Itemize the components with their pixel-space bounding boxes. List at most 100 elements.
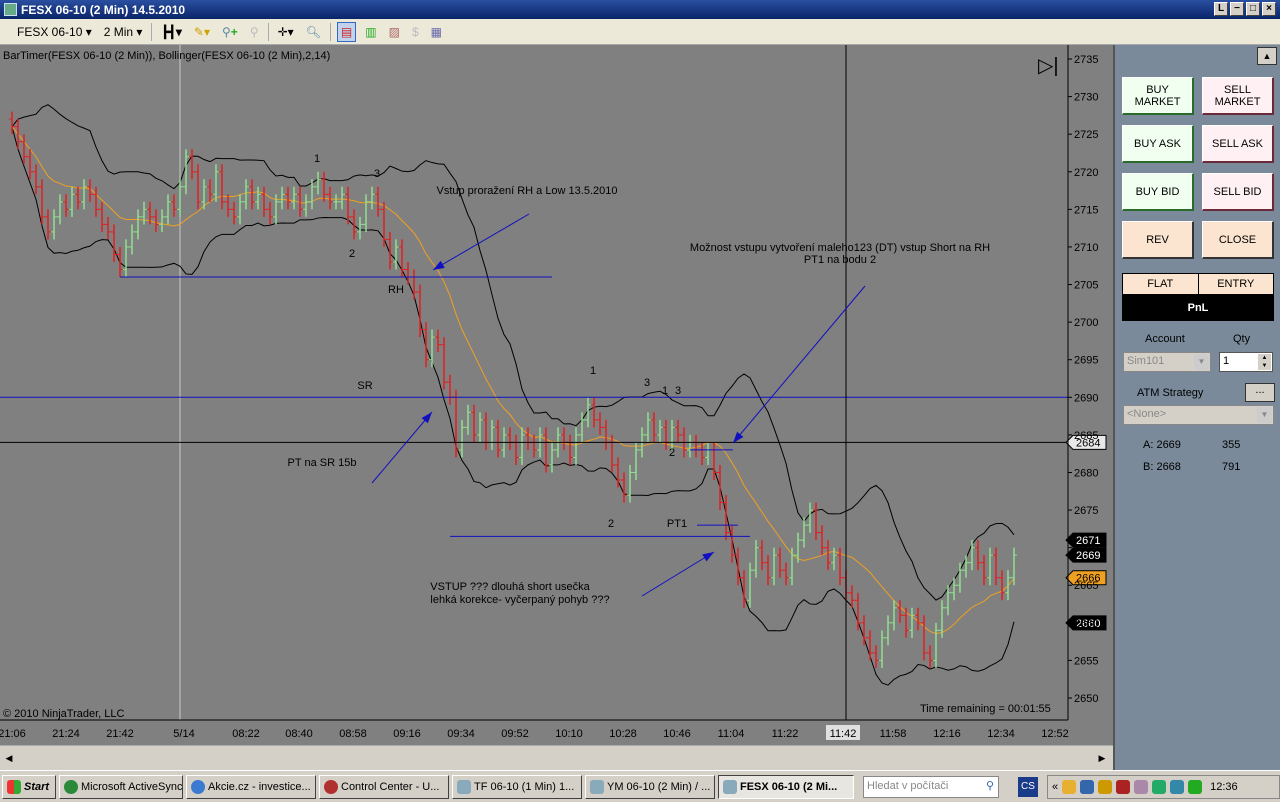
tray-icon[interactable] [1062, 779, 1077, 794]
price-bar [453, 389, 459, 458]
search-icon[interactable]: ⚲ [986, 779, 994, 792]
annotation-text: 2 [608, 518, 614, 530]
price-bar [513, 434, 519, 465]
price-bar [951, 577, 957, 601]
task-ym-chart[interactable]: YM 06-10 (2 Min) / ... [585, 774, 715, 799]
price-bar [585, 397, 591, 428]
y-tick-label: 2695 [1074, 355, 1098, 367]
price-bar [747, 562, 753, 608]
dollar-icon[interactable]: $ [409, 22, 422, 42]
account-select[interactable]: Sim101 ▼ [1123, 352, 1211, 372]
maximize-button[interactable]: □ [1246, 2, 1260, 16]
price-bar [831, 547, 837, 571]
start-button[interactable]: Start [2, 774, 56, 799]
tray-icon[interactable] [1098, 779, 1113, 794]
properties-icon[interactable]: ▦ [428, 22, 445, 42]
annotation-text: 1 [314, 153, 320, 165]
price-bar [795, 532, 801, 563]
tray-icon[interactable] [1134, 779, 1149, 794]
add-indicator-icon[interactable]: ⚲ + [219, 22, 241, 42]
reverse-button[interactable]: REV [1122, 221, 1194, 259]
atm-strategy-button[interactable]: ... [1245, 383, 1275, 402]
price-bar [105, 216, 111, 240]
price-bar [93, 186, 99, 217]
scroll-left-icon[interactable]: ◀ [2, 749, 16, 767]
buy-bid-button[interactable]: BUY BID [1122, 173, 1194, 211]
separator [329, 22, 331, 41]
price-bar [717, 464, 723, 511]
price-bar [531, 434, 537, 458]
instrument-dropdown[interactable]: FESX 06-10 ▾ [14, 22, 95, 42]
collapse-up-icon[interactable]: ▲ [1257, 47, 1277, 65]
close-position-button[interactable]: CLOSE [1202, 221, 1274, 259]
y-tick-label: 2680 [1074, 467, 1098, 479]
annotation-text: 2 [349, 248, 355, 260]
sell-ask-button[interactable]: SELL ASK [1202, 125, 1274, 163]
interval-value: 2 Min [103, 24, 134, 39]
atm-strategy-select[interactable]: <None> ▼ [1123, 405, 1274, 425]
sell-bid-button[interactable]: SELL BID [1202, 173, 1274, 211]
tray-icon[interactable] [1116, 779, 1131, 794]
task-fesx-chart[interactable]: FESX 06-10 (2 Mi... [718, 774, 854, 799]
task-control-center[interactable]: Control Center - U... [319, 774, 449, 799]
tray-icon[interactable] [1080, 779, 1095, 794]
price-bar [549, 442, 555, 473]
task-tf-chart[interactable]: TF 06-10 (1 Min) 1... [452, 774, 582, 799]
search-placeholder: Hledat v počítači [867, 779, 949, 792]
annotation-text: 1 [662, 385, 668, 397]
annotation-text: PT1 [667, 518, 687, 530]
bar-type-icon[interactable]: ┣┫▾ [158, 22, 184, 42]
price-bar [327, 186, 333, 210]
price-bar [813, 502, 819, 541]
price-bar [705, 442, 711, 465]
price-bar [939, 600, 945, 638]
price-chart[interactable]: 11:42 2684 2671 2669 2666 2660 2735 2730 2725 27… [0, 45, 1113, 745]
qty-stepper[interactable]: 1 ▲ ▼ [1219, 352, 1273, 372]
sell-market-button[interactable]: SELL MARKET [1202, 77, 1274, 115]
price-bar [525, 427, 531, 450]
price-bar [591, 397, 597, 428]
price-bar [141, 201, 147, 225]
task-activesync[interactable]: Microsoft ActiveSync [59, 774, 183, 799]
search-input[interactable]: Hledat v počítači ⚲ [863, 775, 999, 798]
chart-trader-icon[interactable]: ▤ [336, 21, 357, 42]
wifi-icon[interactable] [1188, 779, 1203, 794]
x-tick-label: 11:04 [718, 728, 745, 740]
pencil-draw-icon[interactable]: ✎▾ [191, 22, 213, 42]
minimize-button[interactable]: − [1230, 2, 1244, 16]
x-tick-label: 12:16 [933, 728, 961, 740]
price-bar [285, 186, 291, 210]
interval-dropdown[interactable]: 2 Min ▾ [101, 22, 146, 42]
annotation-text: 3 [675, 385, 681, 397]
candles-icon[interactable]: ▥ [362, 22, 379, 42]
y-tick-label: 2720 [1074, 167, 1098, 179]
price-bar [171, 194, 177, 217]
price-bar [399, 239, 405, 278]
zoom-icon[interactable]: 🔍︎ [303, 22, 324, 42]
account-label: Account [1145, 333, 1185, 345]
tray-icon[interactable] [1152, 779, 1167, 794]
scroll-right-icon[interactable]: ▶ [1095, 749, 1109, 767]
strategy-icon[interactable]: ▨ [386, 22, 403, 42]
price-bar [369, 186, 375, 210]
close-button[interactable]: × [1262, 2, 1276, 16]
app-icon [4, 3, 17, 16]
crosshair-icon[interactable]: ✛▾ [275, 22, 297, 42]
price-bar [405, 261, 411, 285]
crosshair-time: 11:42 [830, 728, 857, 740]
language-indicator[interactable]: CS [1018, 776, 1038, 797]
horizontal-scrollbar[interactable]: ◀ ▶ [0, 745, 1113, 770]
tray-icon[interactable] [1170, 779, 1185, 794]
price-bar [1011, 547, 1017, 586]
show-hidden-icons[interactable]: « [1052, 781, 1058, 793]
task-akcie[interactable]: Akcie.cz - investice... [186, 774, 316, 799]
scroll-to-end-icon[interactable]: ▷| [1038, 53, 1059, 78]
x-tick-label: 21:24 [52, 728, 80, 740]
y-tick-label: 2715 [1074, 204, 1098, 216]
link-button[interactable]: L [1214, 2, 1228, 16]
buy-market-button[interactable]: BUY MARKET [1122, 77, 1194, 115]
ie-icon [191, 779, 205, 794]
remove-indicator-icon[interactable]: ⚲ [247, 22, 262, 42]
buy-ask-button[interactable]: BUY ASK [1122, 125, 1194, 163]
chart-canvas[interactable]: 11:4226842671266926662660 27352730272527… [0, 45, 1113, 745]
